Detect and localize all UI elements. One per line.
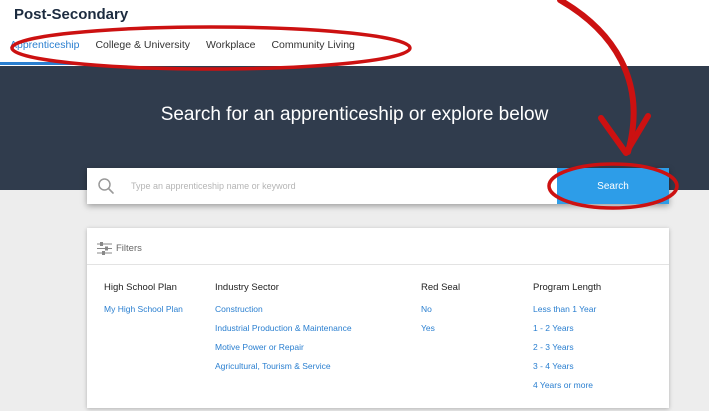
filter-column-high-school-plan: High School Plan My High School Plan (104, 282, 183, 323)
filters-title: Filters (116, 242, 142, 254)
filter-option[interactable]: Motive Power or Repair (215, 342, 352, 352)
filter-option[interactable]: 2 - 3 Years (533, 342, 601, 352)
filter-column-header: Industry Sector (215, 282, 279, 293)
filter-option[interactable]: Yes (421, 323, 460, 333)
filter-column-header: Red Seal (421, 282, 461, 293)
search-bar: Search (87, 168, 669, 204)
filters-header: Filters (97, 238, 142, 258)
filter-column-industry-sector: Industry Sector Construction Industrial … (215, 282, 352, 380)
filter-option[interactable]: No (421, 304, 460, 314)
filters-divider (87, 264, 669, 265)
top-header: Post-Secondary Apprenticeship College & … (0, 0, 709, 66)
filter-option[interactable]: 3 - 4 Years (533, 361, 601, 371)
tab-college-university[interactable]: College & University (95, 39, 190, 65)
tab-apprenticeship[interactable]: Apprenticeship (0, 39, 80, 65)
filter-option[interactable]: 4 Years or more (533, 380, 601, 390)
filter-column-header: Program Length (533, 282, 602, 293)
search-input[interactable] (121, 168, 557, 204)
section-title: Post-Secondary (14, 6, 129, 23)
search-button[interactable]: Search (557, 168, 669, 204)
filter-option[interactable]: Industrial Production & Maintenance (215, 323, 352, 333)
filter-column-red-seal: Red Seal No Yes (421, 282, 460, 342)
hero-title: Search for an apprenticeship or explore … (160, 104, 549, 125)
search-icon (91, 168, 121, 204)
filter-column-header: High School Plan (104, 282, 177, 293)
filters-panel: Filters High School Plan My High School … (87, 228, 669, 408)
filter-option[interactable]: Construction (215, 304, 352, 314)
filter-option[interactable]: My High School Plan (104, 304, 183, 314)
filter-option[interactable]: Agricultural, Tourism & Service (215, 361, 352, 371)
sliders-icon (97, 241, 112, 255)
filter-option[interactable]: Less than 1 Year (533, 304, 601, 314)
filter-column-program-length: Program Length Less than 1 Year 1 - 2 Ye… (533, 282, 601, 399)
filter-option[interactable]: 1 - 2 Years (533, 323, 601, 333)
tab-workplace[interactable]: Workplace (206, 39, 255, 65)
tab-community-living[interactable]: Community Living (271, 39, 354, 65)
tab-bar: Apprenticeship College & University Work… (0, 39, 371, 65)
